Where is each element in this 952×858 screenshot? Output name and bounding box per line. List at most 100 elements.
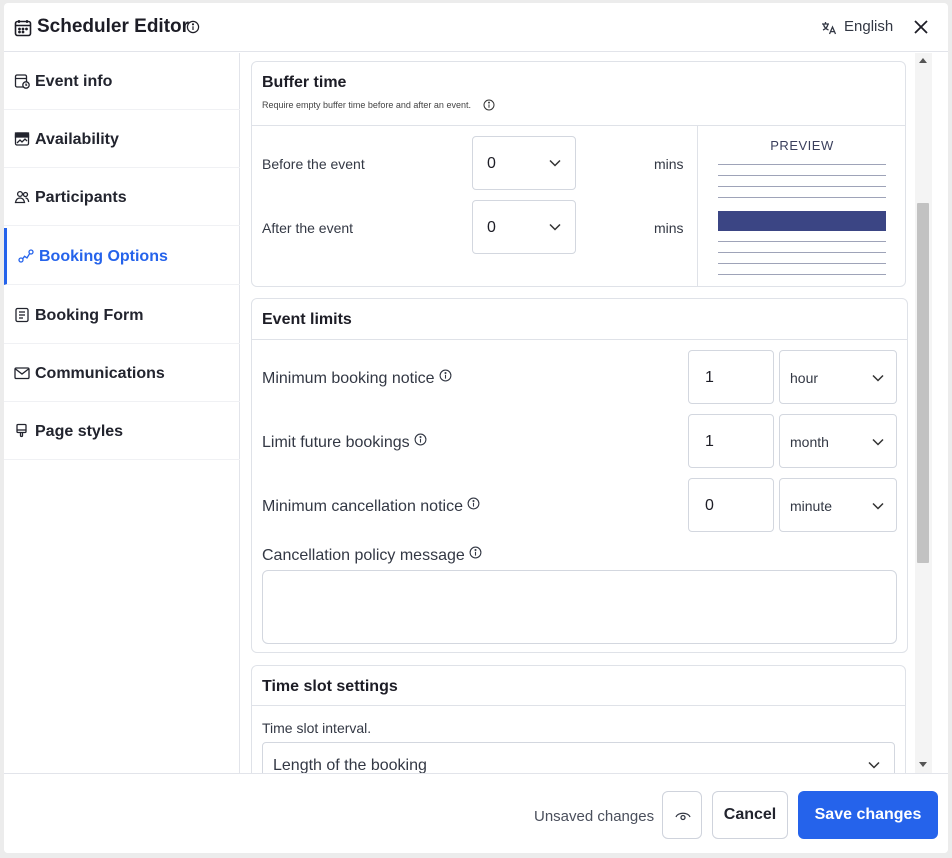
people-icon xyxy=(14,190,30,204)
language-selector[interactable]: English xyxy=(844,18,893,35)
info-icon[interactable] xyxy=(414,433,427,446)
limit-future-bookings-input[interactable]: 1 xyxy=(688,414,774,468)
unit-label: mins xyxy=(654,220,684,236)
before-event-label: Before the event xyxy=(262,156,365,172)
section-subtitle: Require empty buffer time before and aft… xyxy=(262,100,471,110)
footer: Unsaved changes Cancel Save changes xyxy=(4,773,948,853)
info-icon[interactable] xyxy=(186,20,200,34)
sidebar-item-label: Event info xyxy=(35,73,113,90)
brush-icon xyxy=(16,423,27,438)
sidebar-item-booking-form[interactable]: Booking Form xyxy=(4,287,240,344)
buffer-time-card: Buffer time Require empty buffer time be… xyxy=(251,61,906,287)
sidebar-item-availability[interactable]: Availability xyxy=(4,111,240,168)
section-title: Time slot settings xyxy=(262,678,398,695)
sidebar-item-page-styles[interactable]: Page styles xyxy=(4,403,240,460)
preview-line xyxy=(718,197,886,198)
chevron-down-icon xyxy=(872,438,884,446)
scroll-thumb[interactable] xyxy=(917,203,929,563)
scroll-down-arrow[interactable] xyxy=(919,762,927,767)
sidebar: Event info Availability Participants Boo… xyxy=(4,53,240,773)
preview-title: PREVIEW xyxy=(770,138,834,153)
info-icon[interactable] xyxy=(439,369,452,382)
info-icon[interactable] xyxy=(469,546,482,559)
chevron-down-icon xyxy=(549,223,561,231)
header: Scheduler Editor English xyxy=(4,3,948,52)
page-title: Scheduler Editor xyxy=(37,16,190,37)
min-cancellation-notice-text: Minimum cancellation notice xyxy=(262,498,463,515)
event-limits-header: Event limits xyxy=(252,299,907,340)
preview-line xyxy=(718,164,886,165)
limit-future-bookings-label: Limit future bookings xyxy=(262,433,427,452)
preview-line xyxy=(718,175,886,176)
sidebar-item-communications[interactable]: Communications xyxy=(4,345,240,402)
time-slot-header: Time slot settings xyxy=(252,666,905,706)
buffer-time-header: Buffer time Require empty buffer time be… xyxy=(252,62,905,126)
preview-line xyxy=(718,263,886,264)
chevron-down-icon xyxy=(868,761,880,769)
limit-future-bookings-text: Limit future bookings xyxy=(262,434,410,451)
section-title: Event limits xyxy=(262,311,352,328)
sidebar-item-label: Booking Form xyxy=(35,307,144,324)
after-event-label: After the event xyxy=(262,220,354,236)
unit-value: minute xyxy=(790,498,833,514)
preview-line xyxy=(718,252,886,253)
sidebar-item-label: Availability xyxy=(35,131,119,148)
before-event-value: 0 xyxy=(487,155,496,172)
availability-icon xyxy=(14,132,30,146)
cancel-button[interactable]: Cancel xyxy=(712,791,788,839)
main-scrollbar[interactable] xyxy=(915,53,932,773)
preview-line xyxy=(718,241,886,242)
translate-icon[interactable] xyxy=(820,19,838,37)
chevron-down-icon xyxy=(549,159,561,167)
buffer-preview: PREVIEW xyxy=(697,126,906,286)
mail-icon xyxy=(14,367,30,380)
limit-future-bookings-value: 1 xyxy=(705,433,714,450)
info-icon[interactable] xyxy=(483,99,495,111)
event-limits-card: Event limits Minimum booking notice 1 ho… xyxy=(251,298,908,653)
before-event-select[interactable]: 0 xyxy=(472,136,576,190)
sidebar-item-label: Participants xyxy=(35,189,127,206)
preview-event-block xyxy=(718,211,886,231)
route-icon xyxy=(18,249,34,263)
after-event-value: 0 xyxy=(487,219,496,236)
min-cancellation-notice-unit-select[interactable]: minute xyxy=(779,478,897,532)
after-event-select[interactable]: 0 xyxy=(472,200,576,254)
form-icon xyxy=(15,307,29,323)
time-slot-settings-card: Time slot settings Time slot interval. L… xyxy=(251,665,906,773)
min-booking-notice-input[interactable]: 1 xyxy=(688,350,774,404)
section-title: Buffer time xyxy=(262,74,347,91)
sidebar-item-label: Booking Options xyxy=(39,248,168,265)
save-changes-button[interactable]: Save changes xyxy=(798,791,938,839)
cancellation-policy-label: Cancellation policy message xyxy=(262,546,482,565)
sidebar-item-event-info[interactable]: Event info xyxy=(4,53,240,110)
sidebar-item-booking-options[interactable]: Booking Options xyxy=(4,228,240,285)
min-cancellation-notice-input[interactable]: 0 xyxy=(688,478,774,532)
min-booking-notice-label: Minimum booking notice xyxy=(262,369,452,388)
cancellation-policy-text: Cancellation policy message xyxy=(262,547,465,564)
close-icon[interactable] xyxy=(912,18,930,36)
sidebar-item-participants[interactable]: Participants xyxy=(4,169,240,226)
preview-line xyxy=(718,186,886,187)
scheduler-editor-window: Scheduler Editor English Event info Avai… xyxy=(4,3,948,853)
min-booking-notice-unit-select[interactable]: hour xyxy=(779,350,897,404)
calendar-clock-icon xyxy=(14,74,30,89)
calendar-icon xyxy=(14,20,32,37)
time-slot-interval-select[interactable]: Length of the booking xyxy=(262,742,895,773)
preview-button[interactable] xyxy=(662,791,702,839)
chevron-down-icon xyxy=(872,374,884,382)
unit-label: mins xyxy=(654,156,684,172)
min-booking-notice-value: 1 xyxy=(705,369,714,386)
unsaved-status: Unsaved changes xyxy=(534,808,655,825)
limit-future-bookings-unit-select[interactable]: month xyxy=(779,414,897,468)
min-booking-notice-text: Minimum booking notice xyxy=(262,370,435,387)
unit-value: month xyxy=(790,434,829,450)
info-icon[interactable] xyxy=(467,497,480,510)
cancellation-policy-textarea[interactable] xyxy=(262,570,897,644)
min-cancellation-notice-label: Minimum cancellation notice xyxy=(262,497,480,516)
unit-value: hour xyxy=(790,370,819,386)
time-slot-interval-value: Length of the booking xyxy=(273,757,427,773)
chevron-down-icon xyxy=(872,502,884,510)
sidebar-item-label: Communications xyxy=(35,365,165,382)
preview-line xyxy=(718,274,886,275)
scroll-up-arrow[interactable] xyxy=(919,58,927,63)
